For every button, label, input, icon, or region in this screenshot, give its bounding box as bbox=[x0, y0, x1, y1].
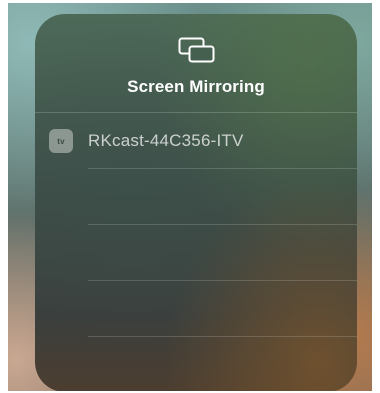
device-row-rkcast[interactable]: tv RKcast-44C356-ITV bbox=[35, 113, 357, 169]
screen-mirroring-panel: Screen Mirroring tv RKcast-44C356-ITV bbox=[35, 14, 357, 391]
row-divider bbox=[88, 336, 357, 337]
wallpaper-background: Screen Mirroring tv RKcast-44C356-ITV bbox=[8, 3, 372, 391]
apple-tv-icon: tv bbox=[49, 129, 73, 153]
apple-tv-badge-label: tv bbox=[57, 136, 65, 146]
empty-device-slot bbox=[35, 169, 357, 225]
empty-device-slot bbox=[35, 225, 357, 281]
screen-mirroring-icon bbox=[178, 37, 215, 63]
device-name: RKcast-44C356-ITV bbox=[88, 131, 244, 150]
panel-title: Screen Mirroring bbox=[127, 77, 265, 96]
empty-device-slot bbox=[35, 281, 357, 337]
